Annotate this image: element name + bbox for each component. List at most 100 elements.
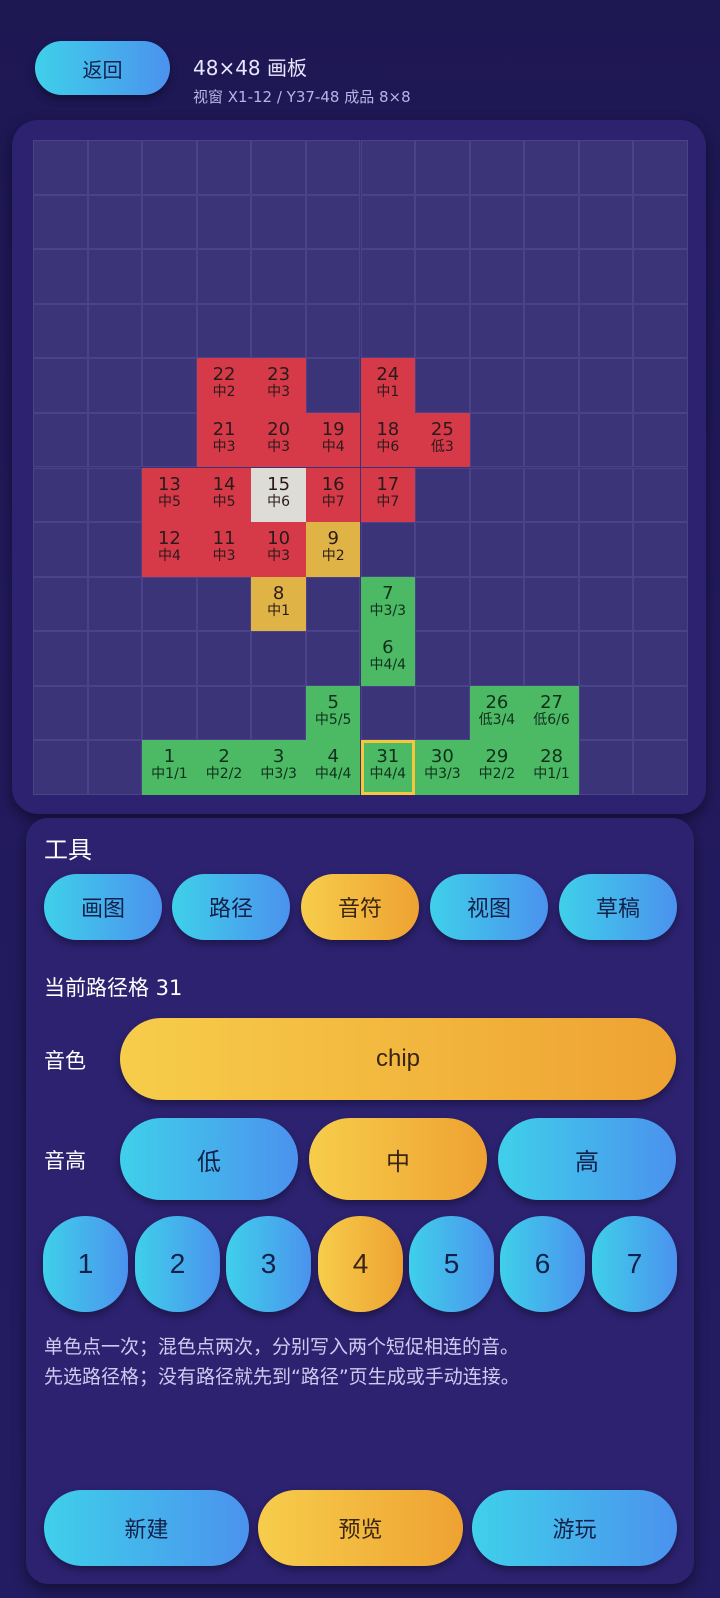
- grid-cell[interactable]: [633, 685, 688, 741]
- grid-cell[interactable]: [578, 576, 634, 632]
- grid-cell[interactable]: [251, 140, 306, 195]
- grid-cell[interactable]: [633, 358, 688, 413]
- pitch-mid-button[interactable]: 中: [309, 1118, 487, 1200]
- grid-cell[interactable]: [469, 249, 525, 304]
- note-cell[interactable]: 19 中4: [305, 412, 361, 468]
- grid-cell[interactable]: [578, 631, 634, 686]
- grid-cell[interactable]: [633, 194, 688, 250]
- grid-cell[interactable]: [360, 140, 416, 195]
- grid-cell[interactable]: [87, 249, 143, 304]
- grid-cell[interactable]: [87, 631, 143, 686]
- grid-cell[interactable]: [33, 412, 88, 468]
- grid-cell[interactable]: [578, 740, 634, 795]
- tab-draft[interactable]: 草稿: [559, 874, 677, 940]
- grid-cell[interactable]: [415, 140, 470, 195]
- note-cell[interactable]: 22 中2: [196, 358, 252, 413]
- play-button[interactable]: 游玩: [472, 1490, 677, 1566]
- canvas-grid[interactable]: 22 中2 23 中3 24 中1 21 中3 20 中3 19 中4 18 中6 25 低3 13 中5 14 中5…: [33, 140, 688, 795]
- grid-cell[interactable]: [87, 467, 143, 523]
- grid-cell[interactable]: [524, 467, 579, 523]
- note-cell[interactable]: 14 中5: [196, 467, 252, 523]
- timbre-button[interactable]: chip: [120, 1018, 676, 1100]
- grid-cell[interactable]: [524, 249, 579, 304]
- grid-cell[interactable]: [196, 631, 252, 686]
- grid-cell[interactable]: [251, 249, 306, 304]
- grid-cell[interactable]: [469, 140, 525, 195]
- grid-cell[interactable]: [87, 412, 143, 468]
- grid-cell[interactable]: [578, 249, 634, 304]
- note-cell[interactable]: 31 中4/4: [360, 740, 416, 795]
- note-cell[interactable]: 3 中3/3: [251, 740, 306, 795]
- grid-cell[interactable]: [415, 303, 470, 359]
- note-cell[interactable]: 5 中5/5: [305, 685, 361, 741]
- grid-cell[interactable]: [33, 522, 88, 577]
- note-cell[interactable]: 11 中3: [196, 522, 252, 577]
- grid-cell[interactable]: [578, 303, 634, 359]
- grid-cell[interactable]: [251, 631, 306, 686]
- number-3-button[interactable]: 3: [226, 1216, 311, 1312]
- grid-cell[interactable]: [469, 576, 525, 632]
- grid-cell[interactable]: [33, 358, 88, 413]
- grid-cell[interactable]: [196, 576, 252, 632]
- note-cell[interactable]: 15 中6: [251, 467, 306, 523]
- grid-cell[interactable]: [87, 522, 143, 577]
- grid-cell[interactable]: [142, 631, 197, 686]
- grid-cell[interactable]: [305, 194, 361, 250]
- note-cell[interactable]: 27 低6/6: [524, 685, 579, 741]
- grid-cell[interactable]: [142, 412, 197, 468]
- note-cell[interactable]: 12 中4: [142, 522, 197, 577]
- grid-cell[interactable]: [142, 140, 197, 195]
- grid-cell[interactable]: [415, 467, 470, 523]
- note-cell[interactable]: 2 中2/2: [196, 740, 252, 795]
- grid-cell[interactable]: [305, 576, 361, 632]
- number-5-button[interactable]: 5: [409, 1216, 494, 1312]
- grid-cell[interactable]: [415, 194, 470, 250]
- grid-cell[interactable]: [633, 412, 688, 468]
- tab-view[interactable]: 视图: [430, 874, 548, 940]
- grid-cell[interactable]: [142, 358, 197, 413]
- note-cell[interactable]: 1 中1/1: [142, 740, 197, 795]
- note-cell[interactable]: 8 中1: [251, 576, 306, 632]
- grid-cell[interactable]: [469, 303, 525, 359]
- grid-cell[interactable]: [633, 249, 688, 304]
- grid-cell[interactable]: [142, 576, 197, 632]
- tab-path[interactable]: 路径: [172, 874, 290, 940]
- grid-cell[interactable]: [33, 249, 88, 304]
- grid-cell[interactable]: [524, 140, 579, 195]
- grid-cell[interactable]: [251, 685, 306, 741]
- grid-cell[interactable]: [469, 358, 525, 413]
- grid-cell[interactable]: [469, 194, 525, 250]
- new-button[interactable]: 新建: [44, 1490, 249, 1566]
- grid-cell[interactable]: [196, 303, 252, 359]
- grid-cell[interactable]: [469, 467, 525, 523]
- number-2-button[interactable]: 2: [135, 1216, 220, 1312]
- grid-cell[interactable]: [633, 140, 688, 195]
- grid-cell[interactable]: [251, 194, 306, 250]
- grid-cell[interactable]: [633, 576, 688, 632]
- number-1-button[interactable]: 1: [43, 1216, 128, 1312]
- note-cell[interactable]: 10 中3: [251, 522, 306, 577]
- grid-cell[interactable]: [196, 685, 252, 741]
- grid-cell[interactable]: [87, 576, 143, 632]
- grid-cell[interactable]: [87, 194, 143, 250]
- note-cell[interactable]: 17 中7: [360, 467, 416, 523]
- grid-cell[interactable]: [633, 303, 688, 359]
- grid-cell[interactable]: [33, 140, 88, 195]
- grid-cell[interactable]: [469, 412, 525, 468]
- back-button[interactable]: 返回: [35, 41, 170, 95]
- grid-cell[interactable]: [196, 194, 252, 250]
- note-cell[interactable]: 23 中3: [251, 358, 306, 413]
- number-6-button[interactable]: 6: [500, 1216, 585, 1312]
- grid-cell[interactable]: [633, 522, 688, 577]
- grid-cell[interactable]: [578, 412, 634, 468]
- grid-cell[interactable]: [87, 358, 143, 413]
- grid-cell[interactable]: [578, 467, 634, 523]
- grid-cell[interactable]: [360, 303, 416, 359]
- grid-cell[interactable]: [251, 303, 306, 359]
- grid-cell[interactable]: [415, 685, 470, 741]
- grid-cell[interactable]: [33, 467, 88, 523]
- grid-cell[interactable]: [524, 303, 579, 359]
- grid-cell[interactable]: [305, 140, 361, 195]
- grid-cell[interactable]: [142, 194, 197, 250]
- preview-button[interactable]: 预览: [258, 1490, 463, 1566]
